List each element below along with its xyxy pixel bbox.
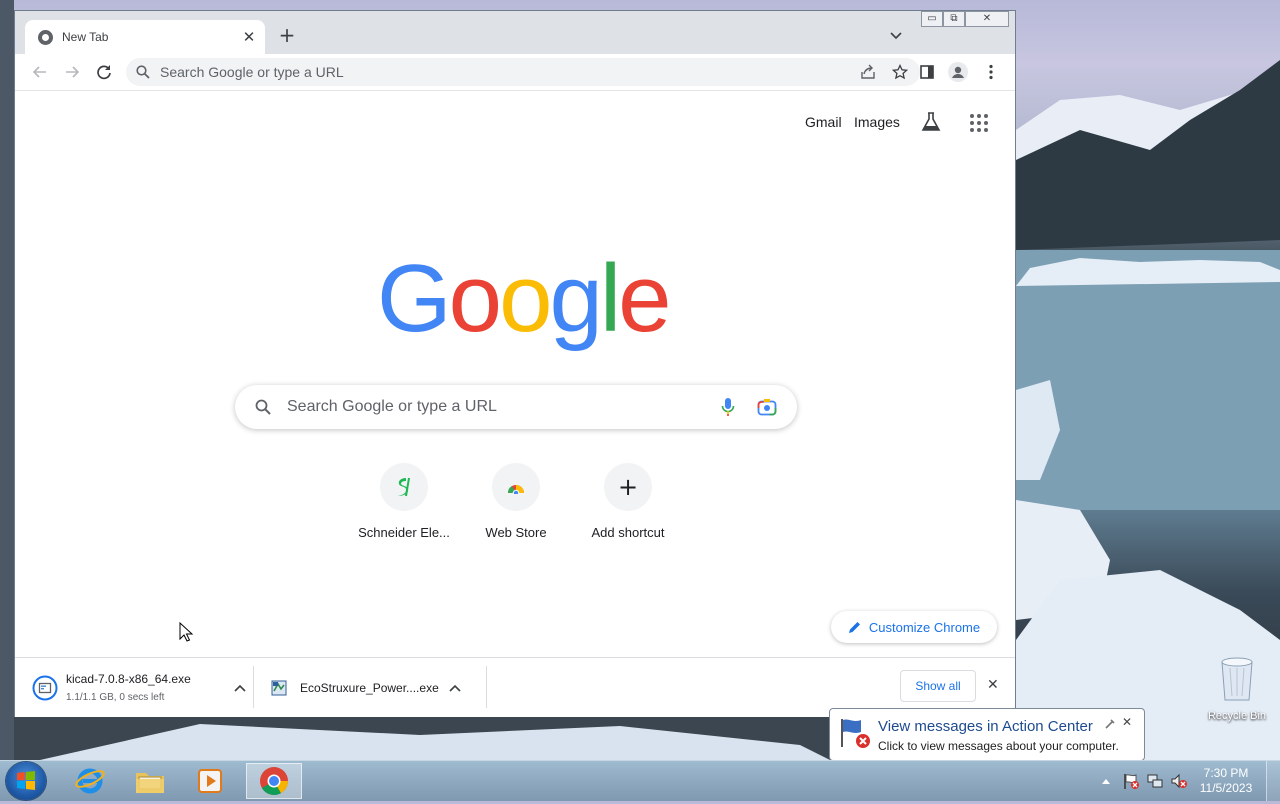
system-clock[interactable]: 7:30 PM 11/5/2023	[1192, 766, 1260, 796]
restore-button[interactable]: ⧉	[943, 11, 965, 27]
shortcut-add[interactable]: + Add shortcut	[572, 463, 684, 540]
chrome-favicon-icon	[38, 29, 53, 45]
installer-file-icon	[32, 675, 58, 700]
chevron-up-icon[interactable]	[449, 684, 461, 692]
back-icon[interactable]	[30, 62, 50, 82]
shortcut-label: Add shortcut	[591, 525, 665, 540]
shortcut-tile: +	[604, 463, 652, 511]
chrome-icon	[260, 767, 288, 795]
download-divider	[486, 666, 487, 708]
google-apps-icon[interactable]	[970, 114, 988, 132]
media-player-icon	[198, 769, 222, 793]
search-icon	[255, 399, 271, 415]
address-input[interactable]	[158, 63, 860, 81]
tab-search-chevron-icon[interactable]	[888, 27, 904, 43]
shortcut-schneider[interactable]: Schneider Ele...	[348, 463, 460, 540]
voice-search-mic-icon[interactable]	[721, 397, 735, 417]
tab-title: New Tab	[62, 30, 109, 44]
logo-letter: o	[448, 245, 502, 352]
internet-explorer-icon	[75, 768, 105, 794]
chevron-up-icon[interactable]	[234, 684, 246, 692]
new-tab-button[interactable]: +	[277, 25, 297, 45]
download-item-kicad[interactable]: kicad-7.0.8-x86_64.exe 1.1/1.1 GB, 0 sec…	[32, 658, 256, 717]
action-center-tray-icon[interactable]	[1122, 772, 1140, 790]
shortcut-label: Web Store	[485, 525, 547, 540]
taskbar-internet-explorer[interactable]	[62, 763, 118, 799]
start-button[interactable]	[6, 762, 46, 800]
folder-icon	[136, 773, 164, 793]
profile-avatar-icon[interactable]	[948, 62, 968, 82]
close-download-shelf-icon[interactable]: ✕	[987, 677, 999, 693]
logo-letter: o	[499, 245, 552, 352]
labs-flask-icon[interactable]	[920, 111, 942, 133]
tab-new-tab[interactable]: New Tab ✕	[25, 20, 265, 54]
address-bar[interactable]	[126, 58, 920, 86]
download-divider	[253, 666, 254, 708]
recycle-bin-label: Recycle Bin	[1207, 710, 1267, 722]
notification-title: View messages in Action Center	[878, 718, 1093, 735]
side-panel-icon[interactable]	[917, 62, 937, 82]
recycle-bin[interactable]: Recycle Bin	[1206, 656, 1268, 722]
network-tray-icon[interactable]	[1146, 772, 1164, 790]
ecostruxure-installer-icon	[271, 680, 287, 695]
close-window-button[interactable]: ✕	[965, 11, 1009, 27]
shortcut-web-store[interactable]: Web Store	[460, 463, 572, 540]
clock-date: 11/5/2023	[1199, 781, 1253, 795]
mouse-cursor-icon	[179, 622, 193, 642]
window-controls: ▭ ⧉ ✕	[921, 11, 1009, 29]
tab-strip: New Tab ✕ + ▭ ⧉ ✕	[15, 11, 1015, 54]
pencil-icon	[848, 621, 860, 633]
download-item-ecostruxure[interactable]: EcoStruxure_Power....exe	[270, 658, 490, 717]
bookmark-star-icon[interactable]	[892, 64, 908, 80]
new-tab-page: Gmail Images Google Search Google or typ…	[15, 91, 1015, 657]
taskbar-media-player[interactable]	[182, 763, 238, 799]
lens-camera-icon[interactable]	[757, 398, 777, 416]
shortcut-tile	[492, 463, 540, 511]
download-status: 1.1/1.1 GB, 0 secs left	[66, 692, 165, 703]
gmail-link[interactable]: Gmail	[805, 114, 842, 130]
show-hidden-icons-icon[interactable]	[1101, 777, 1111, 785]
webstore-icon	[507, 485, 524, 494]
logo-letter: l	[599, 245, 621, 352]
download-filename: kicad-7.0.8-x86_64.exe	[66, 672, 191, 686]
customize-chrome-button[interactable]: Customize Chrome	[831, 611, 997, 643]
google-logo: Google	[377, 251, 672, 347]
schneider-logo-icon	[398, 477, 410, 497]
google-search-box[interactable]	[235, 385, 797, 429]
show-desktop-button[interactable]	[1266, 761, 1280, 801]
download-filename: EcoStruxure_Power....exe	[300, 680, 439, 695]
share-icon[interactable]	[860, 64, 876, 80]
images-link[interactable]: Images	[854, 114, 900, 130]
customize-chrome-label: Customize Chrome	[868, 619, 981, 635]
plus-icon: +	[617, 473, 639, 501]
volume-muted-tray-icon[interactable]	[1170, 772, 1188, 790]
show-all-downloads-button[interactable]: Show all	[900, 670, 976, 702]
action-center-notification[interactable]: View messages in Action Center Click to …	[829, 708, 1145, 772]
browser-toolbar	[15, 54, 1015, 91]
clock-time: 7:30 PM	[1203, 766, 1249, 780]
minimize-button[interactable]: ▭	[921, 11, 943, 27]
search-icon	[136, 65, 150, 79]
notification-close-icon[interactable]: ✕	[1122, 715, 1132, 729]
taskbar-chrome[interactable]	[246, 763, 302, 799]
notification-text: Click to view messages about your comput…	[878, 739, 1119, 753]
shortcut-tile	[380, 463, 428, 511]
forward-icon[interactable]	[62, 62, 82, 82]
shortcut-label: Schneider Ele...	[358, 525, 450, 540]
windows-logo-icon	[17, 771, 35, 790]
logo-letter: e	[618, 245, 671, 352]
logo-letter: g	[549, 245, 602, 352]
chrome-window: New Tab ✕ + ▭ ⧉ ✕ Search Google or type …	[14, 10, 1016, 717]
taskbar: 7:30 PM 11/5/2023	[0, 760, 1280, 801]
logo-letter: G	[377, 245, 452, 352]
notification-options-icon[interactable]	[1104, 718, 1116, 730]
tab-close-icon[interactable]: ✕	[239, 28, 259, 46]
action-center-flag-icon	[841, 719, 870, 748]
taskbar-file-explorer[interactable]	[122, 763, 178, 799]
search-input[interactable]	[285, 397, 721, 417]
menu-kebab-icon[interactable]	[981, 62, 1001, 82]
reload-icon[interactable]	[94, 62, 114, 82]
recycle-bin-icon	[1221, 657, 1253, 701]
